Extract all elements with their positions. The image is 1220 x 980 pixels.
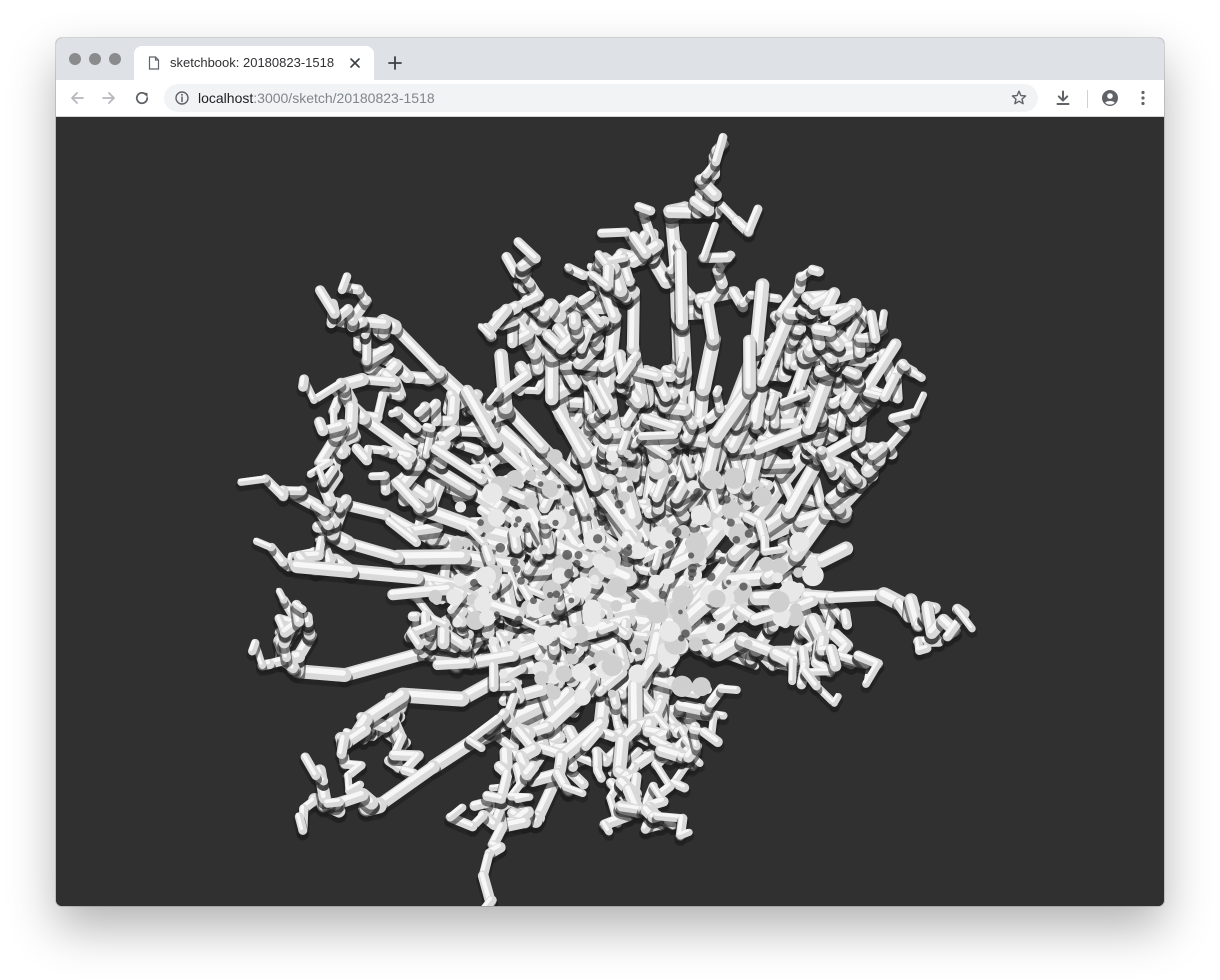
arrow-right-icon[interactable] <box>100 89 118 107</box>
arrow-left-icon[interactable] <box>68 89 86 107</box>
account-icon[interactable] <box>1101 89 1119 107</box>
window-minimize-dot[interactable] <box>89 53 101 65</box>
window-zoom-dot[interactable] <box>109 53 121 65</box>
window-close-dot[interactable] <box>69 53 81 65</box>
url-host: localhost <box>198 90 254 106</box>
download-icon[interactable] <box>1054 89 1072 107</box>
coral-render <box>235 132 978 906</box>
tab-active[interactable]: sketchbook: 20180823-1518 <box>134 46 374 80</box>
plus-icon[interactable] <box>386 54 404 72</box>
close-icon[interactable] <box>348 56 362 70</box>
tab-title: sketchbook: 20180823-1518 <box>170 55 335 70</box>
sketch-canvas[interactable] <box>56 117 1164 906</box>
toolbar-divider <box>1087 90 1088 108</box>
document-icon <box>148 56 160 70</box>
address-bar[interactable]: localhost:3000/sketch/20180823-1518 <box>164 84 1038 112</box>
tab-strip: sketchbook: 20180823-1518 <box>56 38 1164 80</box>
info-icon[interactable] <box>174 90 190 106</box>
toolbar: localhost:3000/sketch/20180823-1518 <box>56 80 1164 117</box>
url-text: localhost:3000/sketch/20180823-1518 <box>198 90 435 106</box>
browser-window: sketchbook: 20180823-1518 localhost:3000… <box>56 38 1164 906</box>
kebab-menu-icon[interactable] <box>1134 89 1152 107</box>
coral-branches <box>235 132 978 906</box>
star-icon[interactable] <box>1010 89 1028 107</box>
reload-icon[interactable] <box>133 89 151 107</box>
url-path: :3000/sketch/20180823-1518 <box>253 90 435 106</box>
